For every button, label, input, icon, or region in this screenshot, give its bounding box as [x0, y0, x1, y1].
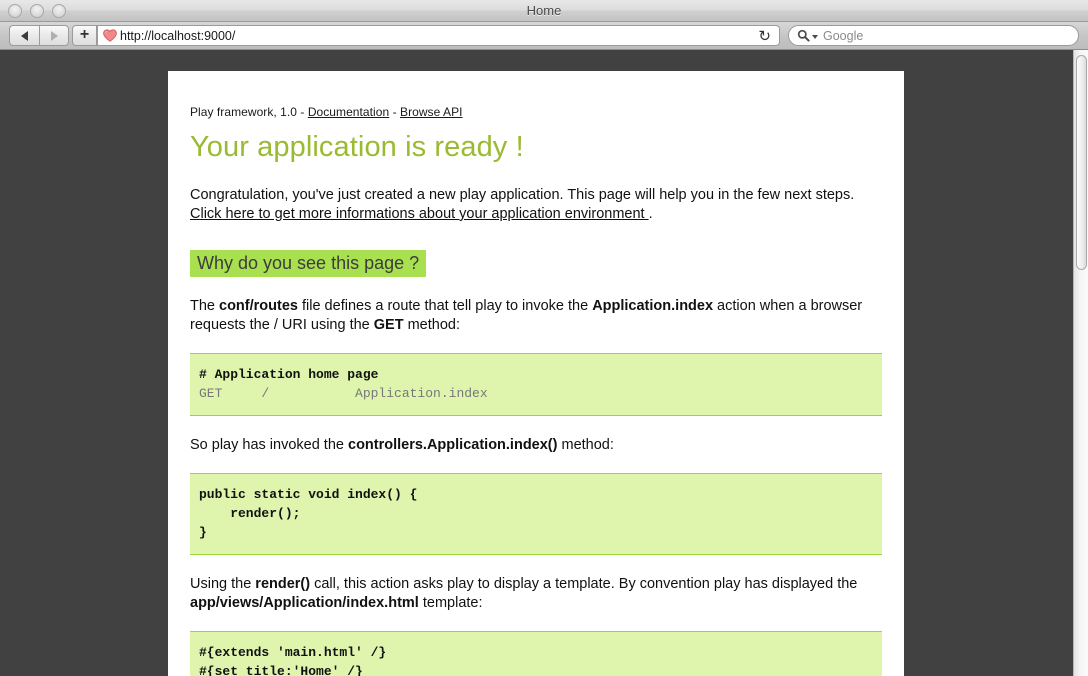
browser-window: Home + http://localhost:9000/ ↻: [0, 0, 1088, 676]
routes-text-4: method:: [404, 317, 460, 333]
search-bar[interactable]: Google: [788, 25, 1079, 46]
render-text-1: Using the: [190, 576, 255, 592]
documentation-link[interactable]: Documentation: [308, 105, 389, 119]
routes-text-1: The: [190, 298, 219, 314]
code-template-line2: #{set title:'Home' /}: [199, 664, 363, 676]
navigation-buttons: [9, 25, 69, 46]
controllers-index-bold: controllers.Application.index(): [348, 437, 557, 453]
get-method-bold: GET: [374, 317, 404, 333]
breadcrumb-separator: -: [389, 105, 400, 119]
code-block-controller: public static void index() { render(); }: [190, 473, 882, 555]
back-button[interactable]: [9, 25, 39, 46]
code-block-template: #{extends 'main.html' /} #{set title:'Ho…: [190, 631, 882, 676]
page-title: Your application is ready !: [190, 131, 882, 164]
code-template-line1: #{extends 'main.html' /}: [199, 645, 386, 660]
invoked-paragraph: So play has invoked the controllers.Appl…: [190, 436, 882, 455]
web-page: Play framework, 1.0 - Documentation - Br…: [168, 71, 904, 676]
browser-toolbar: + http://localhost:9000/ ↻ Google: [0, 22, 1088, 50]
reload-icon[interactable]: ↻: [758, 28, 771, 45]
code-controller-line2: render();: [199, 506, 300, 521]
scrollbar-thumb[interactable]: [1076, 55, 1087, 270]
code-routes-line1: # Application home page: [199, 367, 378, 382]
routes-text-2: file defines a route that tell play to i…: [298, 298, 592, 314]
render-call-bold: render(): [255, 576, 310, 592]
browse-api-link[interactable]: Browse API: [400, 105, 463, 119]
back-arrow-icon: [21, 31, 28, 41]
breadcrumb: Play framework, 1.0 - Documentation - Br…: [190, 105, 882, 119]
index-html-path-bold: app/views/Application/index.html: [190, 595, 419, 611]
forward-button[interactable]: [39, 25, 69, 46]
title-bar: Home: [0, 0, 1088, 22]
application-environment-link[interactable]: Click here to get more informations abou…: [190, 206, 649, 222]
code-controller-line3: }: [199, 525, 207, 540]
code-block-routes: # Application home page GET / Applicatio…: [190, 353, 882, 416]
heart-icon: [103, 29, 117, 42]
render-paragraph: Using the render() call, this action ask…: [190, 575, 882, 613]
search-placeholder: Google: [823, 29, 863, 43]
intro-text-part1: Congratulation, you've just created a ne…: [190, 187, 854, 203]
address-bar[interactable]: http://localhost:9000/ ↻: [97, 25, 780, 46]
application-index-bold: Application.index: [592, 298, 713, 314]
section-heading-why: Why do you see this page ?: [190, 250, 426, 277]
intro-text-part2: .: [649, 206, 653, 222]
invoked-text-1: So play has invoked the: [190, 437, 348, 453]
forward-arrow-icon: [51, 31, 58, 41]
render-text-2: call, this action asks play to display a…: [310, 576, 857, 592]
breadcrumb-prefix: Play framework, 1.0 -: [190, 105, 308, 119]
render-text-3: template:: [419, 595, 483, 611]
vertical-scrollbar[interactable]: [1073, 50, 1088, 676]
search-icon: [797, 29, 810, 42]
url-text: http://localhost:9000/: [120, 29, 235, 43]
new-tab-button[interactable]: +: [72, 25, 97, 46]
intro-paragraph: Congratulation, you've just created a ne…: [190, 186, 882, 224]
code-routes-line2: GET / Application.index: [199, 386, 488, 401]
routes-paragraph: The conf/routes file defines a route tha…: [190, 297, 882, 335]
chevron-down-icon[interactable]: [812, 35, 818, 39]
window-title: Home: [0, 0, 1088, 22]
page-viewport: Play framework, 1.0 - Documentation - Br…: [0, 50, 1073, 676]
code-controller-line1: public static void index() {: [199, 487, 417, 502]
invoked-text-2: method:: [557, 437, 613, 453]
conf-routes-bold: conf/routes: [219, 298, 298, 314]
